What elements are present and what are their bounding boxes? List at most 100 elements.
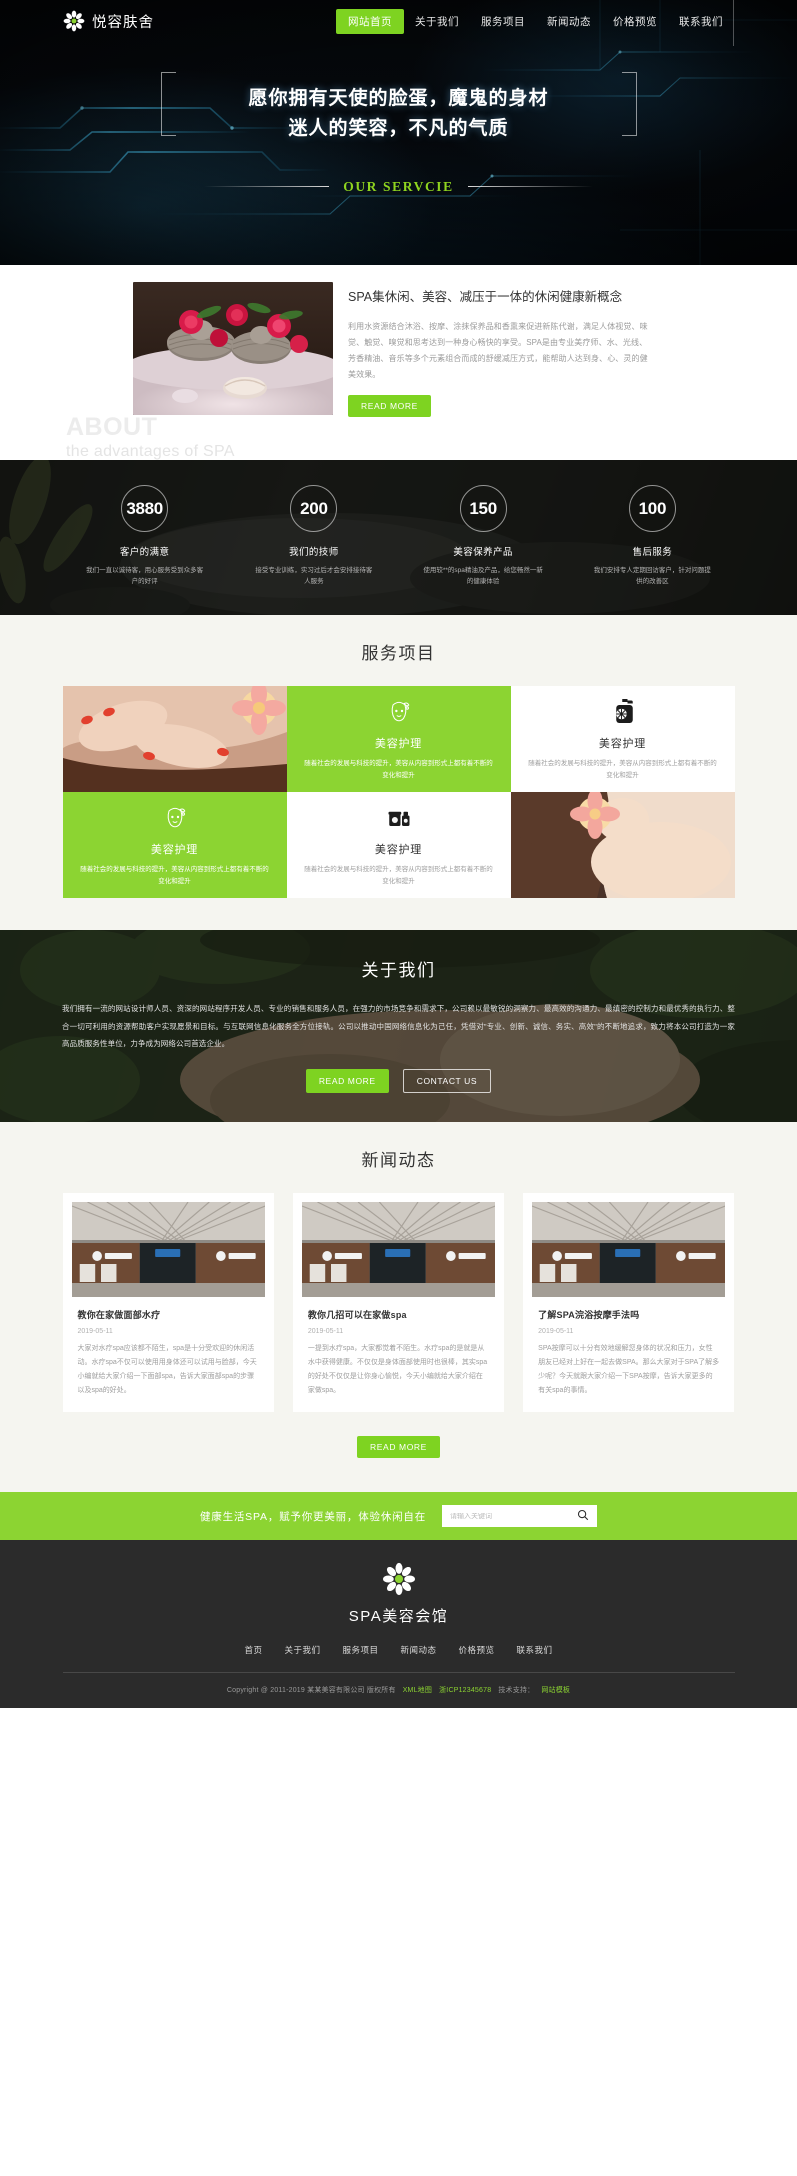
service-desc: 随着社会的发展与科技的提升，美容从内容到形式上都有着不断的变化和提升: [304, 866, 493, 885]
news-read-more-button[interactable]: READ MORE: [357, 1436, 440, 1458]
service-card-white[interactable]: 美容护理 随着社会的发展与科技的提升，美容从内容到形式上都有着不断的变化和提升: [286, 792, 511, 898]
footer-nav-services[interactable]: 服务项目: [342, 1644, 378, 1656]
search-slogan: 健康生活SPA，赋予你更美丽，体验休闲自在: [199, 1510, 427, 1523]
footer-nav-home[interactable]: 首页: [244, 1644, 262, 1656]
hero-headline-1: 愿你拥有天使的脸蛋，魔鬼的身材: [248, 88, 549, 110]
service-photo-shoulder: [510, 792, 735, 898]
search-box[interactable]: [442, 1505, 598, 1527]
main-nav: 网站首页 关于我们 服务项目 新闻动态 价格预览 联系我们: [336, 8, 734, 34]
news-thumbnail: [531, 1201, 726, 1297]
about-us-read-more-button[interactable]: READ MORE: [305, 1068, 389, 1093]
service-card-4[interactable]: 美容护理 随着社会的发展与科技的提升，美容从内容到形式上都有着不断的变化和提升: [286, 792, 511, 898]
nav-divider: [733, 0, 734, 46]
news-thumbnail: [301, 1201, 496, 1297]
brand-name: 悦容肤舍: [92, 14, 154, 31]
service-name: 美容护理: [374, 738, 423, 751]
hero-subtitle: OUR SERVCIE: [343, 178, 454, 194]
about-us-contact-button[interactable]: CONTACT US: [402, 1068, 492, 1093]
stat-desc: 我们安排专人定期回访客户，针对问题提供的改善区: [593, 567, 711, 586]
stat-ring: 150: [459, 485, 507, 532]
footer-nav-about[interactable]: 关于我们: [284, 1644, 320, 1656]
about-section: ABOUT the advantages of SPA SPA集休闲、美容、减压…: [0, 265, 797, 460]
services-section: 服务项目 美容护理 随着社会的发展与科技的提升，美容从内容到形式上都有着不断的变…: [0, 615, 797, 930]
stats-row: 3880 客户的满意 我们一直以诚待客，用心服务受到众多客户的好评 200 我们…: [0, 460, 797, 615]
stat-item: 150 美容保养产品 使用较**的spa精油及产品，给您畅然一新的健康体验: [399, 485, 568, 615]
news-card-date: 2019-05-11: [307, 1328, 344, 1335]
stat-item: 100 售后服务 我们安排专人定期回访客户，针对问题提供的改善区: [568, 485, 737, 615]
news-card[interactable]: 教你在家做面部水疗 2019-05-11 大家对水疗spa应该都不陌生，spa是…: [62, 1193, 274, 1412]
service-card-white[interactable]: 美容护理 随着社会的发展与科技的提升，美容从内容到形式上都有着不断的变化和提升: [510, 686, 735, 792]
face-mask-icon: [384, 696, 414, 726]
service-desc: 随着社会的发展与科技的提升，美容从内容到形式上都有着不断的变化和提升: [304, 760, 493, 779]
news-card-title[interactable]: 教你在家做面部水疗: [78, 1308, 259, 1321]
service-desc: 随着社会的发展与科技的提升，美容从内容到形式上都有着不断的变化和提升: [80, 866, 269, 885]
news-card-title[interactable]: 教你几招可以在家做spa: [308, 1308, 489, 1321]
face-mask-icon: [160, 802, 190, 832]
service-photo-hands: [62, 686, 287, 792]
about-watermark: ABOUT the advantages of SPA: [66, 413, 235, 460]
stat-label: 售后服务: [632, 547, 673, 558]
stat-label: 客户的满意: [119, 547, 170, 558]
service-card-2[interactable]: 美容护理 随着社会的发展与科技的提升，美容从内容到形式上都有着不断的变化和提升: [510, 686, 735, 792]
news-card-text: SPA按摩可以十分有效地缓解您身体的状况和压力，女性朋友已经对上好在一起去做SP…: [538, 1345, 720, 1394]
stat-ring: 3880: [121, 485, 169, 532]
icp-license-link[interactable]: 浙ICP12345678: [439, 1685, 491, 1695]
stat-number: 150: [469, 498, 497, 518]
lotion-bottle-icon: [608, 696, 638, 726]
about-us-content: 关于我们 我们拥有一流的网站设计师人员、资深的网站程序开发人员、专业的销售和服务…: [0, 930, 797, 1093]
hero-frame: 愿你拥有天使的脸蛋，魔鬼的身材 迷人的笑容，不凡的气质: [160, 70, 637, 153]
about-us-section: 关于我们 我们拥有一流的网站设计师人员、资深的网站程序开发人员、专业的销售和服务…: [0, 930, 797, 1122]
support-link[interactable]: 网站模板: [541, 1685, 570, 1695]
storefront-photo: [301, 1201, 496, 1297]
spa-massage-photo: [510, 792, 735, 898]
news-card-date: 2019-05-11: [77, 1328, 113, 1335]
news-more-wrap: READ MORE: [0, 1436, 797, 1458]
about-watermark-big: ABOUT: [66, 413, 158, 441]
nav-item-contact[interactable]: 联系我们: [668, 9, 734, 34]
footer-nav-contact[interactable]: 联系我们: [517, 1644, 553, 1656]
footer-nav: 首页 关于我们 服务项目 新闻动态 价格预览 联系我们: [244, 1644, 552, 1656]
about-paragraph: 利用水资源结合沐浴、按摩、涂抹保养品和香熏来促进新陈代谢，满足人体视觉、味觉、触…: [348, 321, 648, 379]
about-us-title: 关于我们: [361, 961, 436, 980]
search-icon[interactable]: [577, 1509, 589, 1524]
stat-item: 3880 客户的满意 我们一直以诚待客，用心服务受到众多客户的好评: [60, 485, 229, 615]
service-card-3[interactable]: 美容护理 随着社会的发展与科技的提升，美容从内容到形式上都有着不断的变化和提升: [62, 792, 287, 898]
stat-desc: 使用较**的spa精油及产品，给您畅然一新的健康体验: [423, 567, 543, 586]
stat-desc: 我们一直以诚待客，用心服务受到众多客户的好评: [86, 567, 204, 586]
service-card-1[interactable]: 美容护理 随着社会的发展与科技的提升，美容从内容到形式上都有着不断的变化和提升: [286, 686, 511, 792]
service-card-green[interactable]: 美容护理 随着社会的发展与科技的提升，美容从内容到形式上都有着不断的变化和提升: [62, 792, 287, 898]
footer-copyright-bar: Copyright @ 2011-2019 某某美容有限公司 版权所有 XML地…: [227, 1673, 570, 1708]
flower-icon: [63, 10, 85, 32]
about-us-paragraph: 我们拥有一流的网站设计师人员、资深的网站程序开发人员、专业的销售和服务人员，在强…: [62, 1004, 735, 1049]
news-card[interactable]: 了解SPA浣浴按摩手法吗 2019-05-11 SPA按摩可以十分有效地缓解您身…: [523, 1193, 735, 1412]
nav-item-home[interactable]: 网站首页: [336, 8, 404, 34]
news-card-body: 了解SPA浣浴按摩手法吗 2019-05-11 SPA按摩可以十分有效地缓解您身…: [532, 1297, 725, 1398]
news-card-text: 一提到水疗spa，大家都觉着不陌生。水疗spa的是就是从水中获得健康。不仅仅是身…: [307, 1345, 488, 1394]
nav-item-about[interactable]: 关于我们: [404, 9, 470, 34]
news-card-title[interactable]: 了解SPA浣浴按摩手法吗: [538, 1308, 719, 1321]
stat-number: 200: [300, 498, 328, 518]
footer-brand-name: SPA美容会馆: [348, 1608, 449, 1625]
about-read-more-button[interactable]: READ MORE: [348, 394, 431, 417]
news-section: 新闻动态 教你在家做面部水疗 2019-05-11 大家对水疗spa应该都不陌生…: [0, 1122, 797, 1492]
service-name: 美容护理: [374, 844, 423, 857]
nav-item-pricing[interactable]: 价格预览: [602, 9, 668, 34]
nav-item-news[interactable]: 新闻动态: [536, 9, 602, 34]
support-label: 技术支持：: [498, 1687, 535, 1694]
about-watermark-small: the advantages of SPA: [66, 443, 235, 460]
search-input[interactable]: [450, 1512, 578, 1520]
about-heading: SPA集休闲、美容、减压于一体的休闲健康新概念: [348, 290, 623, 304]
stats-section: 3880 客户的满意 我们一直以诚待客，用心服务受到众多客户的好评 200 我们…: [0, 460, 797, 615]
news-card-body: 教你几招可以在家做spa 2019-05-11 一提到水疗spa，大家都觉着不陌…: [302, 1297, 495, 1398]
news-card[interactable]: 教你几招可以在家做spa 2019-05-11 一提到水疗spa，大家都觉着不陌…: [292, 1193, 505, 1412]
nav-item-services[interactable]: 服务项目: [470, 9, 536, 34]
footer-nav-news[interactable]: 新闻动态: [401, 1644, 437, 1656]
brand-logo[interactable]: 悦容肤舍: [63, 10, 154, 32]
service-card-green[interactable]: 美容护理 随着社会的发展与科技的提升，美容从内容到形式上都有着不断的变化和提升: [286, 686, 511, 792]
footer-nav-pricing[interactable]: 价格预览: [459, 1644, 495, 1656]
cosmetic-jar-icon: [384, 802, 414, 832]
page-root: 悦容肤舍 网站首页 关于我们 服务项目 新闻动态 价格预览 联系我们 愿你拥有天…: [0, 0, 797, 1708]
stat-desc: 接受专业训练，实习过后才会安排接待客人服务: [255, 567, 373, 586]
xml-sitemap-link[interactable]: XML地图: [403, 1685, 432, 1695]
news-title: 新闻动态: [361, 1151, 436, 1170]
